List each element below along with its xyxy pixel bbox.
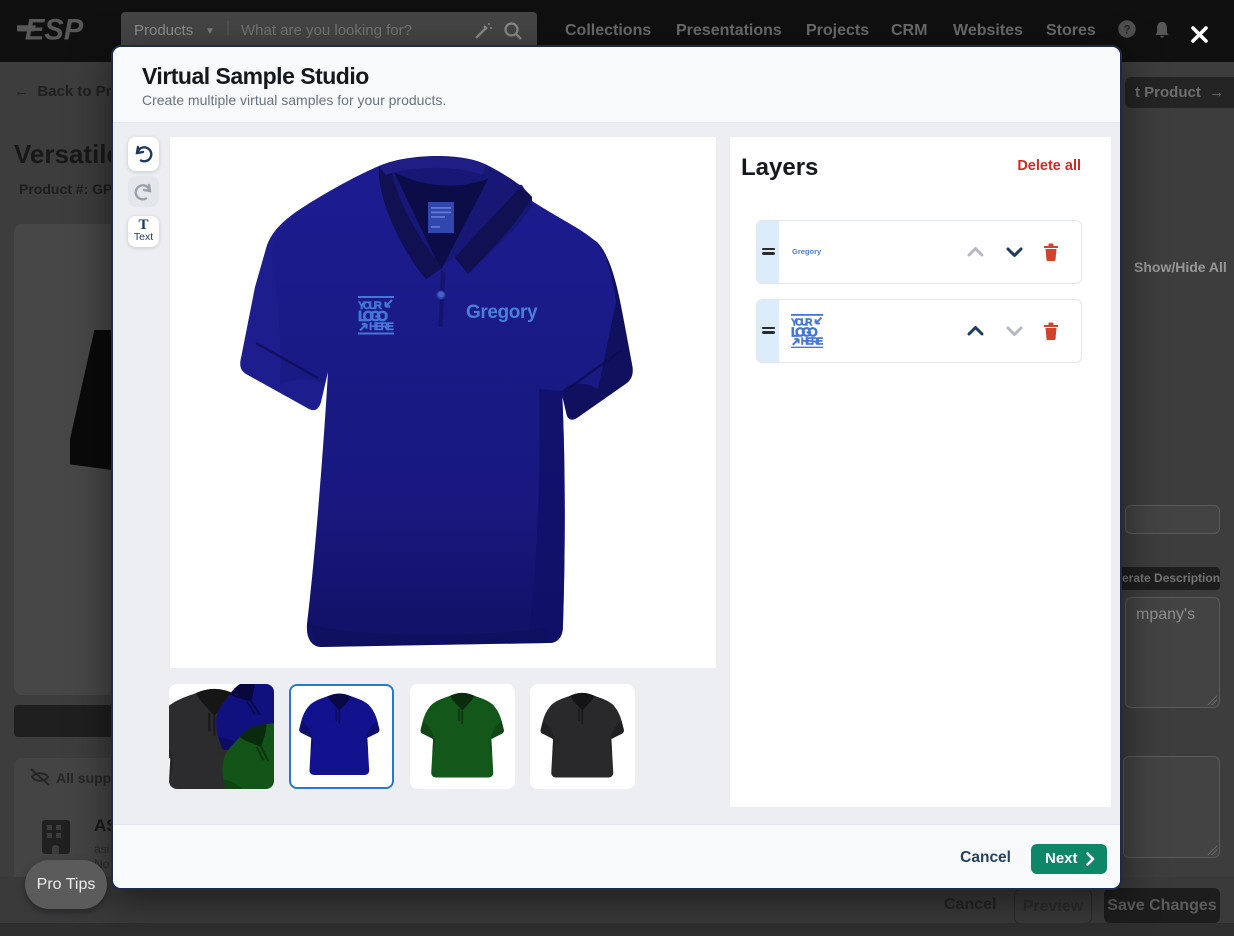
svg-text:Gregory: Gregory	[466, 302, 538, 323]
svg-text:?: ?	[1123, 24, 1130, 36]
